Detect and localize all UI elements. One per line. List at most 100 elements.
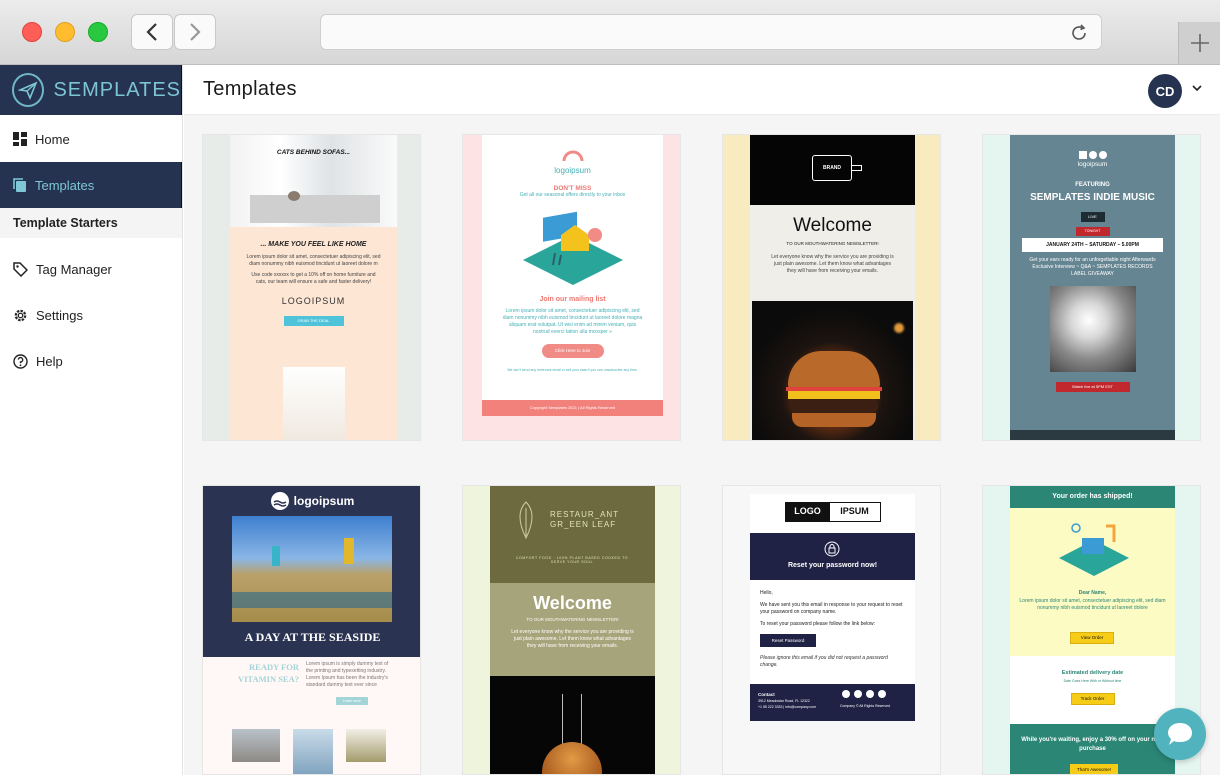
music-tonight-badge: TONIGHT: [1075, 227, 1110, 236]
reset-logo: LOGO IPSUM: [784, 502, 881, 522]
template-card-restaurant[interactable]: RESTAUR_ANT GR_EEN LEAF COMFORT FOOD · 1…: [462, 485, 681, 775]
seaside-title: A DAY AT THE SEASIDE: [244, 630, 381, 644]
music-watch-button: Watch live at 5PM EST: [1055, 382, 1130, 392]
restaurant-header: RESTAUR_ANT GR_EEN LEAF COMFORT FOOD · 1…: [490, 486, 655, 583]
shipped-view-button: View Order: [1070, 632, 1114, 644]
linkedin-icon: [878, 690, 886, 698]
music-logo: logoipsum: [1077, 161, 1108, 168]
music-description: Get your ears ready for an unforgettable…: [1029, 257, 1156, 277]
wave-icon: [270, 492, 289, 510]
seaside-thumb-3: [346, 729, 386, 762]
seaside-logo: logoipsum: [203, 492, 420, 510]
sidebar-item-templates[interactable]: Templates: [0, 162, 182, 208]
chevron-down-icon[interactable]: [1192, 84, 1202, 92]
template-card-mailing-list[interactable]: logoipsum DON'T MISS Get all our seasona…: [462, 134, 681, 441]
cats-subheadline: ... MAKE YOU FEEL LIKE HOME: [260, 241, 367, 248]
mailing-body: Lorem ipsum dolor sit amet, consectetuer…: [502, 308, 643, 335]
chevron-right-icon: [190, 23, 201, 41]
forward-button[interactable]: [174, 14, 216, 50]
sidebar-item-home[interactable]: Home: [0, 116, 182, 162]
browser-window: SEMPLATES Home Templates Template Starte…: [0, 0, 1220, 775]
reset-phone: +1 55 222 3333 | info@company.com: [758, 705, 817, 709]
reset-contact: Contact: [758, 692, 775, 697]
cats-deal-button: GRAB THE DEAL: [283, 316, 344, 326]
reset-password-button: Reset Password: [760, 634, 816, 647]
template-card-cats[interactable]: CATS BEHIND SOFAS... ... MAKE YOU FEEL L…: [202, 134, 421, 441]
shipped-header: Your order has shipped!: [1010, 486, 1175, 508]
sidebar-subitem-template-starters[interactable]: Template Starters: [0, 208, 182, 238]
sidebar-item-label: Help: [36, 353, 63, 369]
restaurant-tagline: COMFORT FOOD · 100% PLANT BASED COOKED T…: [515, 556, 629, 564]
mailing-heading: Join our mailing list: [539, 296, 606, 303]
mailing-dont-miss: DON'T MISS: [553, 185, 592, 192]
sidebar-item-label: Home: [35, 131, 70, 147]
page-header: Templates CD: [184, 65, 1220, 115]
reload-icon[interactable]: [1069, 23, 1089, 43]
reset-body: We have sent you this email in response …: [760, 602, 903, 615]
plus-icon: [1190, 34, 1209, 52]
seaside-thumb-2: [293, 729, 333, 774]
template-card-seaside[interactable]: logoipsum A DAY AT THE SEASIDE READY FOR…: [202, 485, 421, 775]
sidebar-item-tag-manager[interactable]: Tag Manager: [0, 246, 182, 292]
gear-icon: [14, 309, 27, 321]
mailing-join-button: Click Here to Join: [541, 344, 604, 358]
sidebar-item-label: Templates: [35, 177, 95, 193]
seaside-ready: READY FOR VITAMIN SEA?: [237, 662, 299, 684]
twitter-icon: [854, 690, 862, 698]
burger-body: Let everyone know why the service you ar…: [771, 254, 894, 274]
reset-hello: Hello,: [760, 590, 773, 596]
brand[interactable]: SEMPLATES: [0, 65, 182, 115]
mailing-footer: Copyright Semplates 2021 | All Rights Re…: [482, 400, 663, 416]
lock-icon: [824, 541, 840, 557]
facebook-icon: [842, 690, 850, 698]
shipped-body: Lorem ipsum dolor sit amet, consectetuer…: [1019, 598, 1166, 611]
cats-promo: Use code xxxxxx to get a 10% off on home…: [251, 272, 376, 285]
address-bar[interactable]: [320, 14, 1102, 50]
maximize-window-button[interactable]: [88, 22, 108, 42]
shipped-track-button: Track Order: [1070, 693, 1115, 705]
shipped-dear: Dear Name,: [1078, 590, 1107, 596]
music-date: JANUARY 24TH – SATURDAY – 5.00PM: [1022, 238, 1163, 252]
cats-body: Lorem ipsum dolor sit amet, consectetuer…: [246, 254, 381, 267]
sidebar-item-label: Tag Manager: [36, 261, 112, 277]
reset-heading: Reset your password now!: [787, 562, 878, 569]
copy-icon: [13, 177, 26, 192]
dashboard-icon: [13, 132, 27, 146]
burger-image: [752, 301, 913, 440]
restaurant-name: RESTAUR_ANT GR_EEN LEAF: [550, 510, 619, 529]
chevron-left-icon: [146, 23, 157, 41]
burger-brand: BRAND: [812, 155, 852, 181]
browser-toolbar: [0, 0, 1220, 65]
reset-copyright: Company © All Rights Reserved: [840, 704, 891, 708]
sidebar-item-help[interactable]: Help: [0, 338, 182, 384]
chat-bubble-icon: [1168, 723, 1192, 745]
template-card-indie-music[interactable]: logoipsum FEATURING SEMPLATES INDIE MUSI…: [982, 134, 1201, 441]
mailing-logo: logoipsum: [554, 166, 591, 175]
minimize-window-button[interactable]: [55, 22, 75, 42]
mailing-note: We don't send any irrelevant email or se…: [507, 368, 638, 372]
template-card-burger[interactable]: BRAND Welcome TO OUR MOUTHWATERING NEWSL…: [722, 134, 941, 441]
main-content: Templates CD CATS BEHIND SOFAS... ... MA…: [184, 65, 1220, 775]
instagram-icon: [866, 690, 874, 698]
sidebar-item-settings[interactable]: Settings: [0, 292, 182, 338]
close-window-button[interactable]: [22, 22, 42, 42]
avatar[interactable]: CD: [1148, 74, 1182, 108]
reset-ignore: Please ignore this email if you did not …: [760, 655, 888, 668]
reset-footer: Contact 3912 Meadowlar Road, FL 12322 +1…: [750, 684, 915, 721]
seaside-photo: [232, 516, 392, 622]
template-card-reset-password[interactable]: LOGO IPSUM Reset your password now! Hell…: [722, 485, 941, 775]
back-button[interactable]: [131, 14, 173, 50]
new-tab-button[interactable]: [1178, 22, 1220, 64]
help-icon: [13, 353, 28, 369]
burger-header: BRAND: [750, 135, 915, 205]
seaside-body: Lorem ipsum is simply dummy text of the …: [306, 661, 389, 688]
reset-address: 3912 Meadowlar Road, FL 12322: [758, 699, 810, 703]
seaside-learn-button: Learn more: [336, 697, 368, 705]
tag-icon: [13, 261, 28, 277]
restaurant-welcome: Welcome: [533, 593, 612, 613]
brand-name: SEMPLATES: [53, 78, 181, 101]
chat-button[interactable]: [1154, 708, 1206, 760]
music-logo-shapes: [1010, 151, 1175, 159]
mailbox-illustration: [522, 211, 623, 285]
logoipsum-arch-icon: [562, 150, 583, 162]
